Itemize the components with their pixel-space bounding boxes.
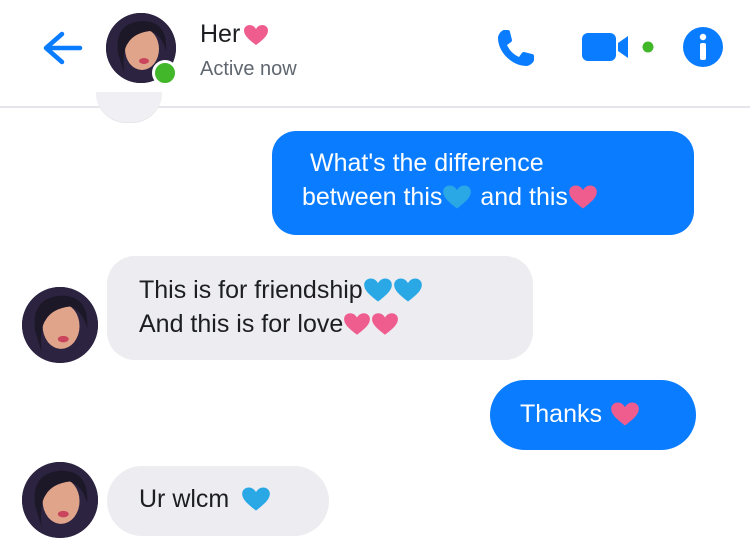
blue-heart-icon	[242, 487, 271, 511]
incoming-message-bubble[interactable]: This is for friendship And this is for l…	[107, 256, 533, 360]
message-line: What's the difference	[302, 146, 694, 180]
message-text: and this	[480, 183, 568, 211]
message-line: Ur wlcm	[139, 482, 329, 516]
incoming-message-bubble[interactable]: Ur wlcm	[107, 466, 329, 536]
pink-heart-icon	[569, 185, 597, 209]
outgoing-message-bubble[interactable]: Thanks	[490, 380, 696, 450]
pink-heart-icon	[344, 313, 371, 335]
message-line: And this is for love	[139, 307, 533, 341]
message-text: This is for friendship	[139, 276, 363, 304]
active-status: Active now	[200, 58, 297, 80]
message-text: Thanks	[520, 400, 602, 428]
pink-heart-icon	[244, 24, 269, 45]
message-text: between this	[302, 183, 443, 211]
message-text: And this is for love	[139, 310, 344, 338]
blue-heart-icon	[393, 278, 422, 302]
blue-heart-icon	[363, 278, 392, 302]
video-camera-icon[interactable]	[580, 30, 662, 64]
outgoing-message-bubble[interactable]: What's the difference between this and t…	[272, 131, 694, 235]
blue-heart-icon	[443, 185, 472, 209]
pink-heart-icon	[372, 313, 399, 335]
contact-name[interactable]: Her	[200, 20, 269, 49]
info-icon[interactable]	[682, 26, 724, 68]
contact-name-text: Her	[200, 20, 241, 48]
message-line: This is for friendship	[139, 273, 533, 307]
partial-message-bubble	[96, 92, 162, 122]
message-line: Thanks	[520, 397, 696, 431]
contact-avatar[interactable]	[22, 462, 98, 538]
message-text: What's the difference	[310, 149, 544, 177]
back-arrow-icon[interactable]	[34, 28, 84, 68]
phone-icon[interactable]	[492, 24, 540, 72]
message-text: Ur wlcm	[139, 485, 230, 513]
pink-heart-icon	[611, 402, 639, 426]
online-status-dot	[152, 60, 178, 86]
message-line: between this and this	[302, 180, 694, 214]
contact-avatar[interactable]	[22, 287, 98, 363]
